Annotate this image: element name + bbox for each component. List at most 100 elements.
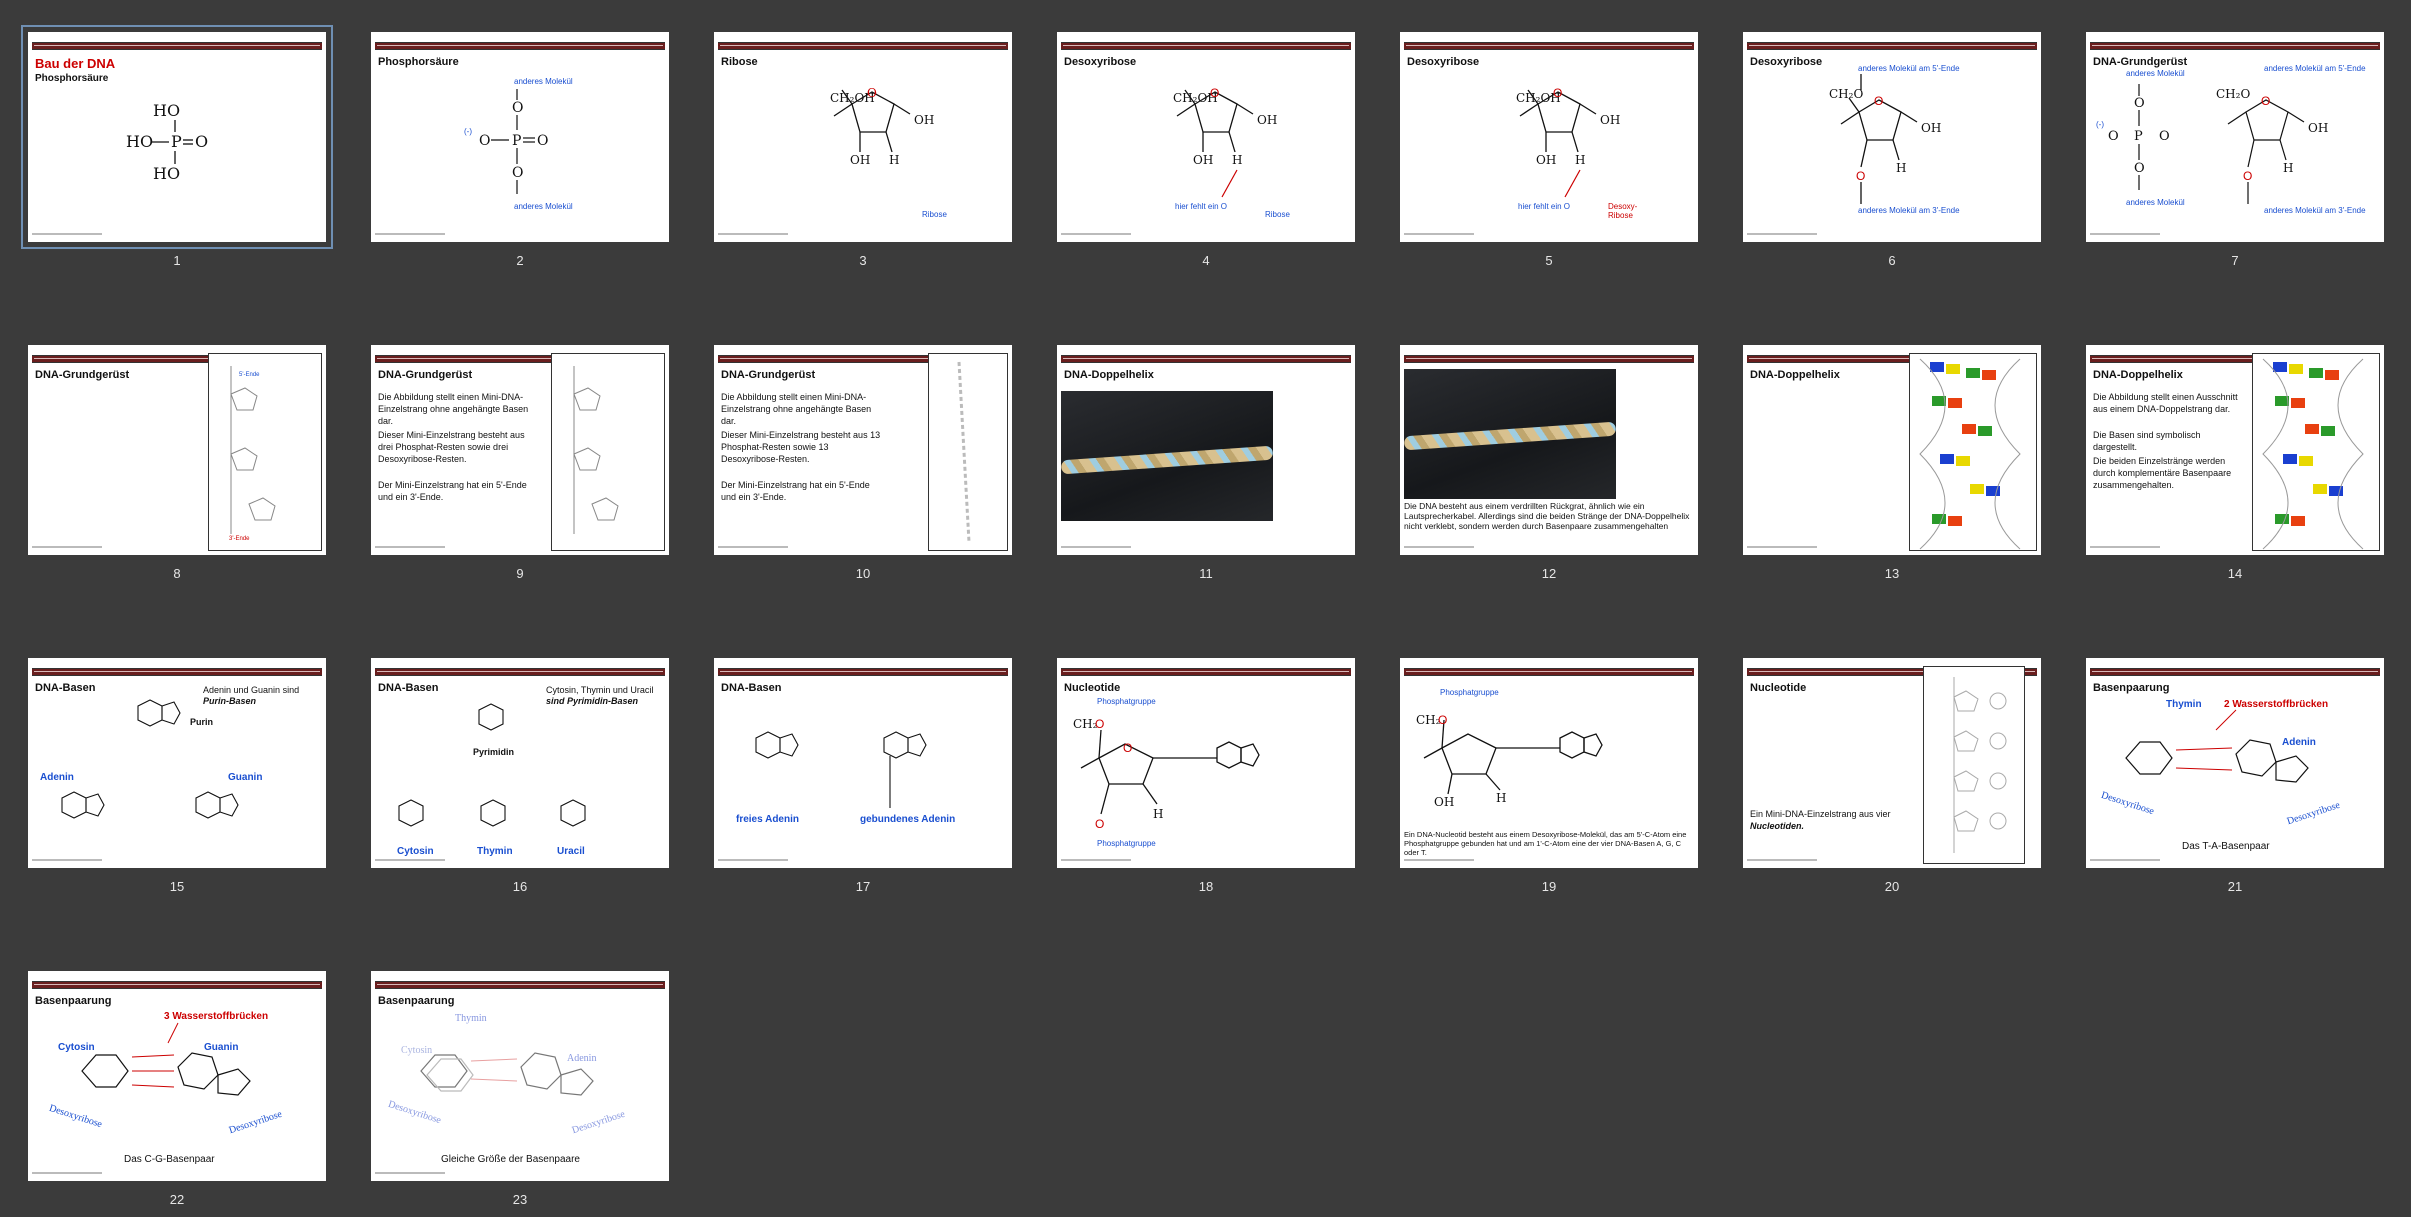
slide-19[interactable]: Phosphatgruppe CH₂ OH H O Ein DNA-Nucleoti…	[1400, 658, 1698, 868]
slide-20[interactable]: Nucleotide Ein Mini-DNA-Einzelstrang aus…	[1743, 658, 2041, 868]
slide-body-3: Die beiden Einzelstränge werden durch ko…	[2093, 456, 2232, 490]
slide-footer	[1404, 233, 1474, 235]
slide-number: 13	[1884, 566, 1900, 581]
double-helix-figure	[1909, 353, 2037, 551]
slide-footer	[375, 233, 445, 235]
slide-body-2: Nucleotiden.	[1750, 821, 1805, 831]
slide-footer	[32, 1172, 102, 1174]
slide-footer	[2090, 859, 2160, 861]
slide-number: 5	[1545, 253, 1553, 268]
slide-header-bar	[1061, 355, 1351, 363]
slide-number: 19	[1541, 879, 1557, 894]
slide-footer	[2090, 546, 2160, 548]
svg-text:OH: OH	[1257, 113, 1277, 127]
slide-number: 10	[855, 566, 871, 581]
slide-17[interactable]: DNA-Basen freies Adenin gebundenes Adeni…	[714, 658, 1012, 868]
slide-5[interactable]: Desoxyribose hier fehlt ein O Desoxy- Ri…	[1400, 32, 1698, 242]
slide-body-2: Dieser Mini-Einzelstrang besteht aus dre…	[378, 430, 525, 464]
slide-3[interactable]: Ribose Ribose CH₂OH OH OH H O	[714, 32, 1012, 242]
svg-text:O: O	[195, 132, 208, 151]
slide-number: 7	[2231, 253, 2239, 268]
slide-6[interactable]: Desoxyribose anderes Molekül am 5'-Ende …	[1743, 32, 2041, 242]
slide-11[interactable]: DNA-Doppelhelix	[1057, 345, 1355, 555]
slide-header-bar	[1404, 355, 1694, 363]
slide-body-2: Dieser Mini-Einzelstrang besteht aus 13 …	[721, 430, 881, 464]
slide-body: Ein DNA-Nucleotid besteht aus einem Deso…	[1404, 830, 1687, 857]
long-backbone-figure	[928, 353, 1008, 551]
slide-number: 3	[859, 253, 867, 268]
svg-text:P: P	[512, 133, 521, 149]
svg-text:O: O	[2108, 129, 2119, 144]
slide-footer	[1061, 859, 1131, 861]
backbone-structure: OO P OO CH₂OOHH OO	[2108, 84, 2328, 204]
svg-text:O: O	[2261, 94, 2270, 108]
slide-16[interactable]: DNA-Basen Cytosin, Thymin und Uracil sin…	[371, 658, 669, 868]
slide-9[interactable]: DNA-Grundgerüst Die Abbildung stellt ein…	[371, 345, 669, 555]
slide-body-1: Die Abbildung stellt einen Mini-DNA-Einz…	[721, 392, 872, 426]
svg-text:O: O	[1856, 169, 1865, 183]
slide-footer	[32, 546, 102, 548]
slide-number: 22	[169, 1192, 185, 1207]
slide-18[interactable]: Nucleotide Phosphatgruppe Phosphatgruppe…	[1057, 658, 1355, 868]
adenine-structures	[755, 731, 927, 808]
slide-title: DNA-Doppelhelix	[2093, 369, 2183, 381]
overlayed-base-pairs-structure	[420, 1052, 594, 1096]
slide-body-3: Der Mini-Einzelstrang hat ein 5'-Ende un…	[378, 480, 527, 502]
svg-text:H: H	[1232, 153, 1242, 167]
slide-footer	[32, 233, 102, 235]
slide-number: 12	[1541, 566, 1557, 581]
svg-text:H: H	[1575, 153, 1585, 167]
svg-text:OH: OH	[914, 113, 934, 127]
svg-text:O: O	[2134, 161, 2145, 176]
slide-23[interactable]: Basenpaarung Thymin Cytosin Adenin Desox…	[371, 971, 669, 1181]
svg-text:OH: OH	[1921, 121, 1941, 135]
speaker-cable-photo	[1403, 369, 1617, 499]
slide-title: DNA-Doppelhelix	[1750, 369, 1840, 381]
slide-footer	[718, 859, 788, 861]
slide-footer	[1061, 546, 1131, 548]
slide-21[interactable]: Basenpaarung Thymin 2 Wasserstoffbrücken…	[2086, 658, 2384, 868]
svg-text:O: O	[1553, 86, 1562, 100]
svg-text:O: O	[1123, 741, 1132, 755]
slide-body-2: Die Basen sind symbolisch dargestellt.	[2093, 430, 2201, 452]
svg-text:5'-Ende: 5'-Ende	[239, 372, 260, 378]
svg-text:OH: OH	[1434, 795, 1454, 809]
slide-1[interactable]: Bau der DNA Phosphorsäure HO HO P O HO	[21, 25, 333, 249]
slide-22[interactable]: Basenpaarung 3 Wasserstoffbrücken Cytosi…	[28, 971, 326, 1181]
nucleotide-strand-figure	[1923, 666, 2025, 864]
svg-text:O: O	[1874, 94, 1883, 108]
svg-text:H: H	[2283, 161, 2293, 175]
svg-text:HO: HO	[153, 164, 180, 183]
slide-2[interactable]: Phosphorsäure anderes Molekül anderes Mo…	[371, 32, 669, 242]
svg-text:P: P	[171, 132, 182, 151]
slide-footer	[375, 1172, 445, 1174]
slide-14[interactable]: DNA-Doppelhelix Die Abbildung stellt ein…	[2086, 345, 2384, 555]
slide-footer	[32, 859, 102, 861]
slide-number: 15	[169, 879, 185, 894]
slide-8[interactable]: DNA-Grundgerüst 5'-Ende 3'-Ende	[28, 345, 326, 555]
slide-12[interactable]: Die DNA besteht aus einem verdrillten Rü…	[1400, 345, 1698, 555]
slide-4[interactable]: Desoxyribose hier fehlt ein O Ribose CH₂…	[1057, 32, 1355, 242]
svg-text:OH: OH	[1536, 153, 1556, 167]
svg-text:O: O	[1095, 717, 1104, 731]
svg-text:O: O	[479, 133, 490, 149]
slide-number: 17	[855, 879, 871, 894]
pyrimidine-structures	[398, 703, 586, 827]
slide-body-3: Der Mini-Einzelstrang hat ein 5'-Ende un…	[721, 480, 870, 502]
slide-10[interactable]: DNA-Grundgerüst Die Abbildung stellt ein…	[714, 345, 1012, 555]
slide-footer	[718, 546, 788, 548]
svg-text:O: O	[867, 86, 877, 100]
slide-body-1: Ein Mini-DNA-Einzelstrang aus vier	[1750, 809, 1891, 819]
slide-7[interactable]: DNA-Grundgerüst anderes Molekül anderes …	[2086, 32, 2384, 242]
cg-base-pair-structure	[81, 1022, 251, 1096]
svg-text:CH₂O: CH₂O	[2216, 87, 2250, 101]
desoxyribose-structure: CH₂OHOHOH H O	[1516, 86, 1620, 198]
svg-text:H: H	[1153, 807, 1163, 821]
slide-13[interactable]: DNA-Doppelhelix	[1743, 345, 2041, 555]
slide-15[interactable]: DNA-Basen Adenin und Guanin sind Purin-B…	[28, 658, 326, 868]
slide-footer	[1747, 233, 1817, 235]
svg-text:O: O	[1210, 86, 1219, 100]
slide-number: 8	[173, 566, 181, 581]
backbone-figure	[551, 353, 665, 551]
slide-title: DNA-Grundgerüst	[378, 369, 473, 381]
